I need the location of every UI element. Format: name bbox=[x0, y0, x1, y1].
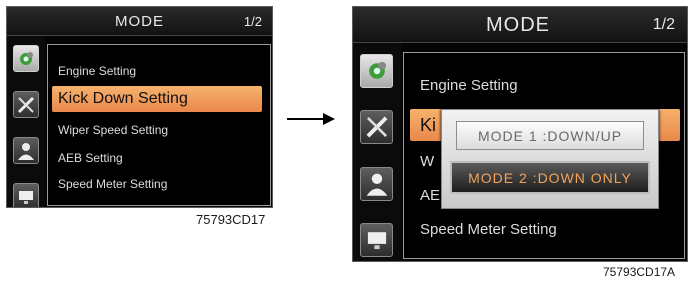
tools-icon[interactable] bbox=[13, 91, 39, 118]
menu-item-wiper-speed-setting[interactable]: Wiper Speed Setting bbox=[58, 123, 168, 137]
menu-item-engine-setting[interactable]: Engine Setting bbox=[420, 77, 518, 94]
screen-title: MODE bbox=[486, 14, 550, 36]
title-bar: MODE 1/2 bbox=[353, 7, 687, 43]
mode-1-option[interactable]: MODE 1 :DOWN/UP bbox=[456, 121, 644, 150]
left-caption: 75793CD17 bbox=[196, 212, 266, 227]
left-screen: MODE 1/2 Engine Setting Kick Down Settin… bbox=[6, 6, 273, 208]
menu-item-wiper-speed-setting[interactable]: W bbox=[420, 153, 434, 170]
user-icon[interactable] bbox=[360, 167, 393, 201]
arrow-right-icon bbox=[287, 113, 335, 125]
sidebar bbox=[353, 43, 401, 261]
monitor-icon[interactable] bbox=[13, 183, 39, 207]
tools-icon[interactable] bbox=[360, 110, 393, 144]
monitor-icon[interactable] bbox=[360, 223, 393, 257]
menu-item-engine-setting[interactable]: Engine Setting bbox=[58, 64, 136, 78]
page-indicator: 1/2 bbox=[652, 16, 675, 33]
sidebar bbox=[7, 36, 45, 207]
menu-item-aeb-setting[interactable]: AE bbox=[420, 187, 440, 204]
gear-settings-icon[interactable] bbox=[360, 54, 393, 88]
page-indicator: 1/2 bbox=[243, 14, 262, 29]
menu-list: Engine Setting Kick Down Setting Wiper S… bbox=[47, 44, 271, 206]
menu-item-speed-meter-setting[interactable]: Speed Meter Setting bbox=[420, 221, 557, 238]
menu-item-speed-meter-setting[interactable]: Speed Meter Setting bbox=[58, 177, 167, 191]
mode-2-option[interactable]: MODE 2 :DOWN ONLY bbox=[450, 161, 650, 194]
menu-item-aeb-setting[interactable]: AEB Setting bbox=[58, 151, 123, 165]
screen-title: MODE bbox=[115, 13, 164, 30]
right-caption: 75793CD17A bbox=[603, 265, 676, 279]
menu-item-kick-down-setting[interactable]: Kick Down Setting bbox=[52, 86, 262, 112]
user-icon[interactable] bbox=[13, 137, 39, 164]
gear-settings-icon[interactable] bbox=[13, 45, 39, 72]
title-bar: MODE 1/2 bbox=[7, 7, 272, 36]
right-screen: MODE 1/2 Engine Setting Ki W AE g Speed … bbox=[352, 6, 688, 262]
kick-down-mode-popup: MODE 1 :DOWN/UP MODE 2 :DOWN ONLY bbox=[441, 109, 659, 209]
